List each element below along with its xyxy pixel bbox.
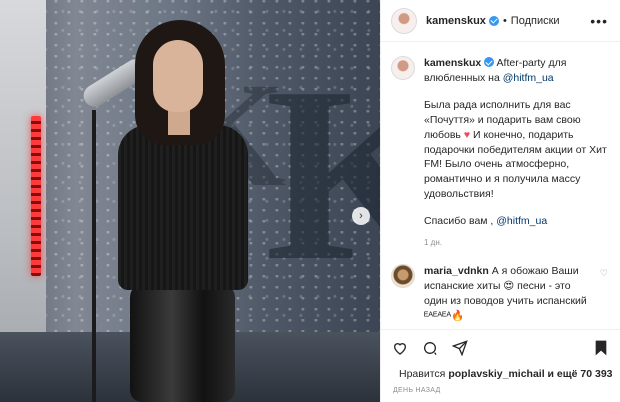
mention-link[interactable]: @hitfm_ua [496,215,547,227]
likes-prefix: Нравится [399,368,446,380]
mic-stand [92,110,96,402]
action-bar [381,329,620,365]
mention-link[interactable]: @hitfm_ua [503,72,554,84]
chevron-right-icon[interactable]: › [352,207,370,225]
post-photo[interactable]: K K › [0,0,380,402]
likes-user[interactable]: poplavskiy_michail [448,368,544,380]
likes-row: Нравится poplavskiy_michail и ещё 70 393 [381,365,620,383]
bookmark-icon[interactable] [593,340,609,356]
separator-dot: • [502,14,507,27]
comment-item: maria_vdnkn А я обожаю Ваши испанские хи… [391,264,608,324]
share-icon[interactable] [452,339,468,356]
follow-status-button[interactable]: Подписки [511,15,560,27]
verified-badge-icon [488,15,499,26]
heart-outline-icon[interactable] [392,340,408,356]
comment-username[interactable]: maria_vdnkn [424,265,489,277]
post-header: kamenskux • Подписки ••• [381,0,620,42]
avatar[interactable] [391,264,415,289]
backdrop-letter-large: K [265,36,380,313]
likes-count[interactable]: и ещё 70 393 [545,368,613,380]
verified-badge-icon [484,57,495,67]
caption-thanks: Спасибо вам , [424,215,497,228]
post-side-panel: kamenskux • Подписки ••• kamenskux After… [380,0,620,402]
singer-sweater [118,125,248,290]
instagram-post: K K › kamenskux • Подписки ••• ka [0,0,620,402]
heart-outline-icon[interactable]: ♡ [600,268,608,279]
more-horizontal-icon[interactable]: ••• [590,13,608,29]
comment-icon[interactable] [422,340,438,356]
caption-body: kamenskux After-party для влюбленных на … [424,56,608,248]
header-username[interactable]: kamenskux [426,15,486,27]
avatar[interactable] [391,56,415,80]
singer-face [153,40,203,112]
avatar[interactable] [391,7,417,34]
caption-username[interactable]: kamenskux [424,57,481,69]
led-strip [31,116,41,276]
comment-body: maria_vdnkn А я обожаю Ваши испанские хи… [424,264,592,324]
post-timestamp[interactable]: ДЕНЬ НАЗАД [381,383,620,402]
comments-area: kamenskux After-party для влюбленных на … [381,42,620,329]
caption: kamenskux After-party для влюбленных на … [391,56,608,248]
singer-legs [130,285,235,402]
caption-time[interactable]: 1 дн. [424,237,608,248]
